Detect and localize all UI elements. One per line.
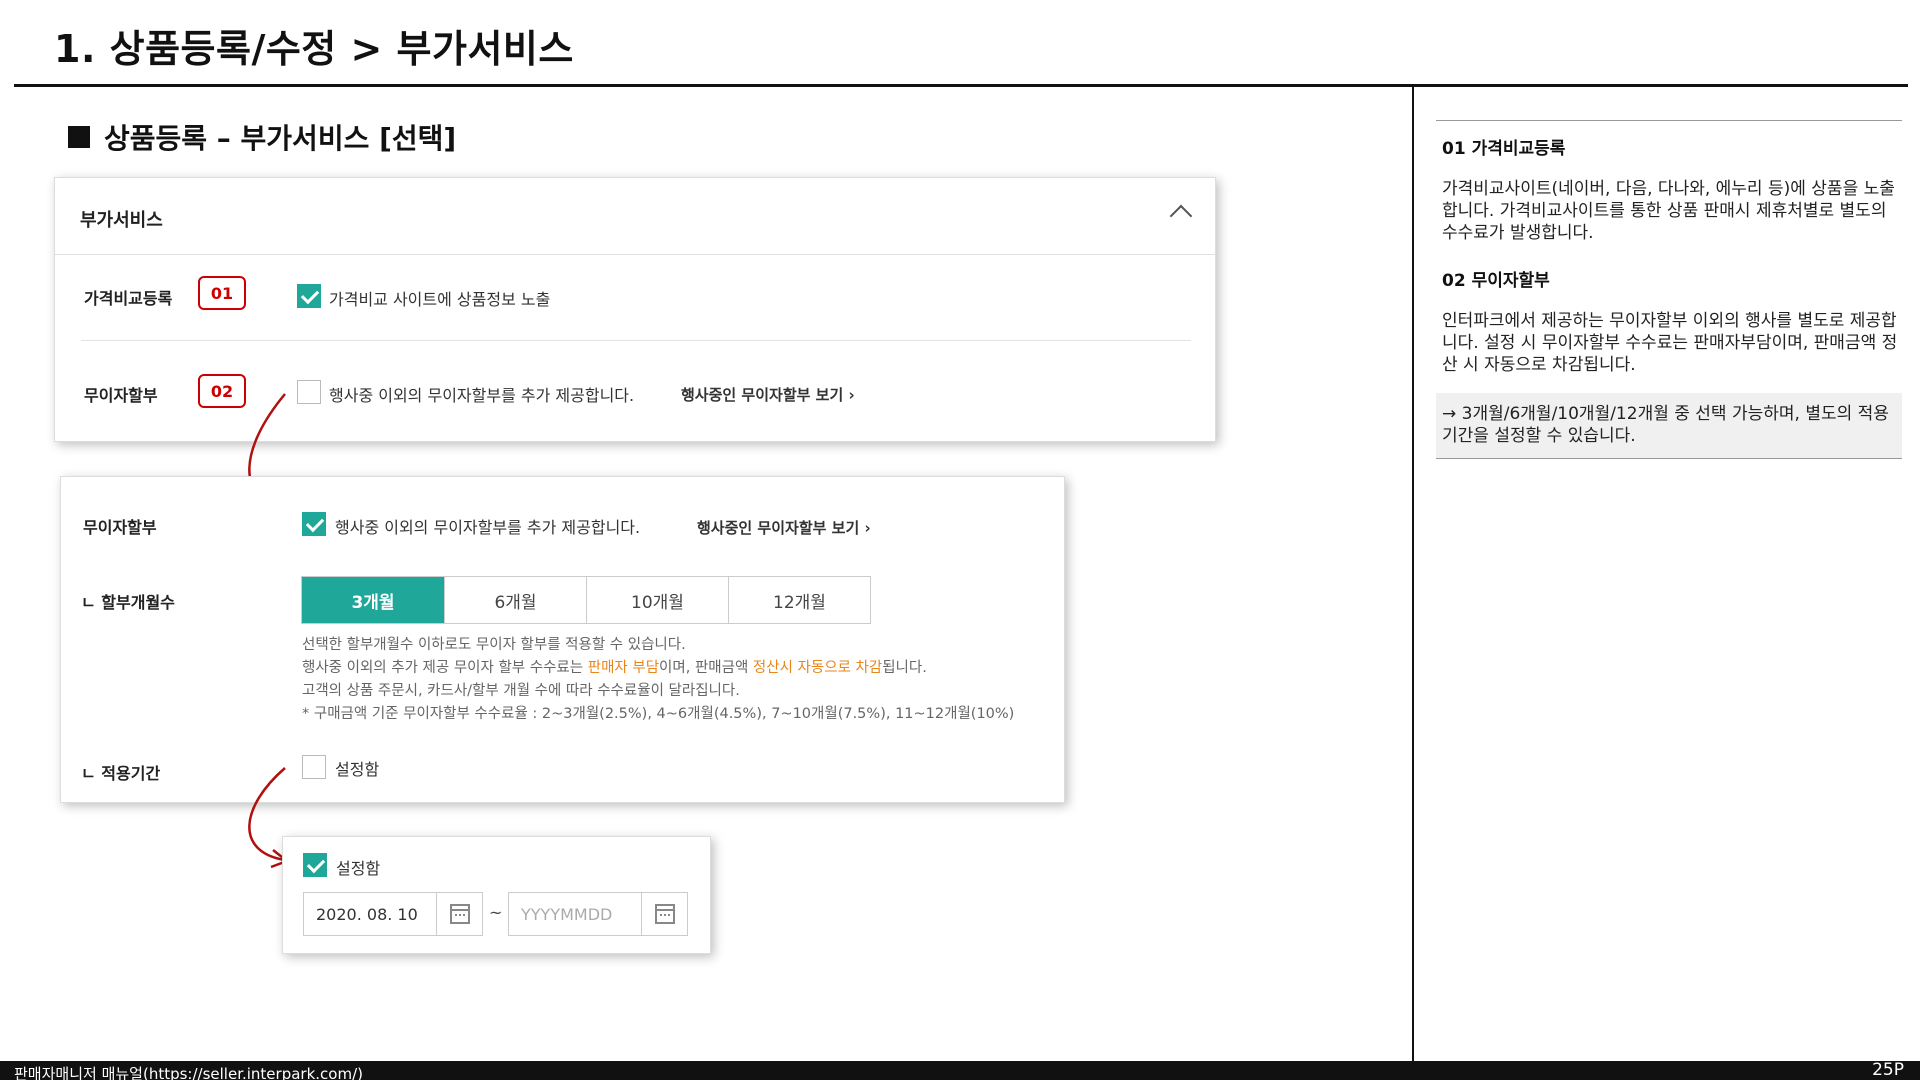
note-line-4: * 구매금액 기준 무이자할부 수수료율 : 2~3개월(2.5%), 4~6개…	[302, 706, 1015, 722]
side-note-box: → 3개월/6개월/10개월/12개월 중 선택 가능하며, 별도의 적용기간을…	[1436, 393, 1902, 459]
side-rule	[1436, 120, 1902, 121]
view-installment-link[interactable]: 행사중인 무이자할부 보기 ›	[681, 384, 855, 405]
page-number: 25P	[1872, 1060, 1904, 1080]
panel-title: 부가서비스	[80, 210, 163, 231]
period-checkbox-label[interactable]: 설정함	[335, 756, 379, 780]
period-checkbox-label-2[interactable]: 설정함	[336, 855, 380, 879]
installment-label: 무이자할부	[84, 386, 158, 405]
section-heading-text: 상품등록 – 부가서비스 [선택]	[104, 122, 457, 155]
month-option-10[interactable]: 10개월	[586, 577, 728, 623]
note-line-2-c: 이며, 판매금액	[659, 660, 753, 676]
note-highlight-seller: 판매자 부담	[587, 660, 660, 676]
months-label: ㄴ 할부개월수	[81, 593, 175, 612]
chevron-up-icon[interactable]	[1169, 204, 1193, 228]
period-detail-panel: 설정함 2020. 08. 10 ~ YYYYMMDD	[282, 836, 711, 954]
start-calendar-button[interactable]	[436, 893, 482, 935]
page-title: 1. 상품등록/수정 > 부가서비스	[54, 27, 574, 71]
installment-checkbox[interactable]	[297, 380, 321, 404]
note-line-3: 고객의 상품 주문시, 카드사/할부 개월 수에 따라 수수료율이 달라집니다.	[302, 683, 740, 699]
side-text-02: 인터파크에서 제공하는 무이자할부 이외의 행사를 별도로 제공합니다. 설정 …	[1442, 311, 1898, 375]
installment-checkbox-2[interactable]	[302, 512, 326, 536]
view-installment-link-2[interactable]: 행사중인 무이자할부 보기 ›	[697, 517, 871, 538]
month-option-6[interactable]: 6개월	[444, 577, 586, 623]
month-option-3[interactable]: 3개월	[302, 577, 444, 623]
calendar-icon	[449, 904, 470, 924]
note-line-1: 선택한 할부개월수 이하로도 무이자 할부를 적용할 수 있습니다.	[302, 637, 686, 653]
installment-label-2: 무이자할부	[83, 518, 157, 537]
side-heading-02: 02 무이자할부	[1442, 271, 1550, 291]
end-calendar-button[interactable]	[641, 893, 687, 935]
note-line-2-a: 행사중 이외의 추가 제공 무이자 할부 수수료는	[302, 660, 588, 676]
price-compare-label: 가격비교등록	[84, 289, 173, 308]
side-note-text: → 3개월/6개월/10개월/12개월 중 선택 가능하며, 별도의 적용기간을…	[1442, 404, 1889, 446]
price-compare-checkbox[interactable]	[297, 284, 321, 308]
end-date-input[interactable]: YYYYMMDD	[508, 892, 688, 936]
installment-checkbox-label[interactable]: 행사중 이외의 무이자할부를 추가 제공합니다.	[329, 382, 634, 406]
period-checkbox[interactable]	[302, 755, 326, 779]
side-heading-01: 01 가격비교등록	[1442, 139, 1566, 159]
start-date-value: 2020. 08. 10	[316, 905, 418, 924]
price-compare-checkbox-label[interactable]: 가격비교 사이트에 상품정보 노출	[329, 286, 550, 310]
square-bullet-icon	[68, 126, 90, 148]
row-divider	[81, 340, 1191, 341]
panel-header[interactable]: 부가서비스	[55, 178, 1215, 255]
note-highlight-deduct: 정산시 자동으로 차감	[752, 660, 883, 676]
months-selector: 3개월 6개월 10개월 12개월	[301, 576, 871, 624]
calendar-icon	[654, 904, 675, 924]
footer-source: 판매자매니저 매뉴얼(https://seller.interpark.com/…	[14, 1065, 363, 1080]
side-text-01: 가격비교사이트(네이버, 다음, 다나와, 에누리 등)에 상품을 노출합니다.…	[1442, 179, 1895, 243]
month-option-12[interactable]: 12개월	[728, 577, 870, 623]
title-rule	[14, 84, 1908, 87]
note-line-2: 행사중 이외의 추가 제공 무이자 할부 수수료는 판매자 부담이며, 판매금액…	[302, 656, 927, 677]
end-date-placeholder: YYYYMMDD	[521, 905, 613, 924]
vertical-divider	[1412, 87, 1414, 1062]
section-heading: 상품등록 – 부가서비스 [선택]	[68, 117, 456, 157]
installment-checkbox-label-2[interactable]: 행사중 이외의 무이자할부를 추가 제공합니다.	[335, 514, 640, 538]
badge-01: 01	[198, 276, 246, 310]
period-checkbox-2[interactable]	[303, 853, 327, 877]
start-date-input[interactable]: 2020. 08. 10	[303, 892, 483, 936]
note-line-2-e: 됩니다.	[882, 660, 927, 676]
installment-detail-panel: 무이자할부 행사중 이외의 무이자할부를 추가 제공합니다. 행사중인 무이자할…	[60, 476, 1065, 803]
date-range-separator: ~	[489, 903, 503, 922]
addon-service-panel: 부가서비스 가격비교등록 01 가격비교 사이트에 상품정보 노출 무이자할부 …	[54, 177, 1216, 442]
period-label: ㄴ 적용기간	[81, 764, 161, 783]
